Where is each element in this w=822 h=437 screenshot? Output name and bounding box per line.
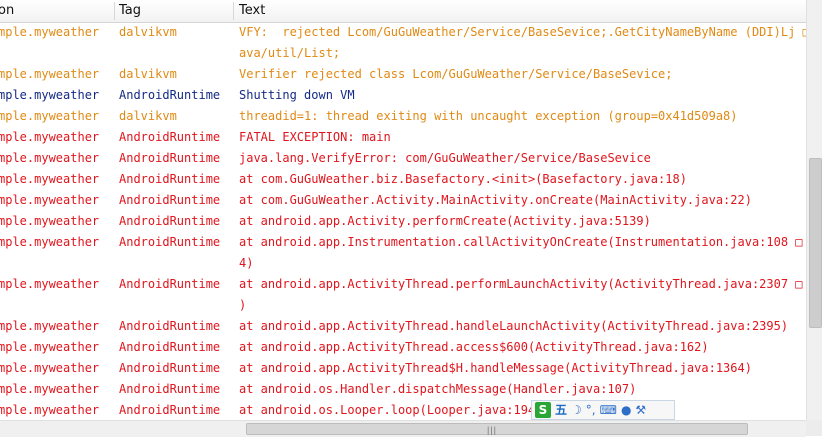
log-row[interactable]: mple.myweather AndroidRuntime java.lang.Ve… (0, 148, 806, 169)
log-row[interactable]: mple.myweather dalvikvm Verifier rejected … (0, 64, 806, 85)
log-tag: AndroidRuntime (119, 193, 221, 207)
log-message: Verifier rejected class Lcom/GuGuWeather… (239, 67, 673, 81)
log-message: at android.os.Handler.dispatchMessage(Ha… (239, 382, 637, 396)
half-width-moon-icon[interactable]: ☽ (571, 402, 582, 418)
punctuation-icon[interactable]: °, (586, 402, 596, 418)
log-message: java.lang.VerifyError: com/GuGuWeather/S… (239, 151, 651, 165)
log-message: FATAL EXCEPTION: main (239, 130, 391, 144)
log-application: mple.myweather (0, 403, 100, 417)
log-message: ) (239, 298, 247, 312)
log-application: mple.myweather (0, 193, 100, 207)
log-application: mple.myweather (0, 214, 100, 228)
scrollbar-corner (806, 420, 822, 436)
log-tag: AndroidRuntime (119, 361, 221, 375)
horizontal-scrollbar[interactable]: ||| (0, 420, 806, 437)
log-tag: dalvikvm (119, 67, 177, 81)
log-row[interactable]: mple.myweather AndroidRuntime at android.o… (0, 400, 806, 421)
log-message: 4) (239, 256, 254, 270)
log-row[interactable]: mple.myweather AndroidRuntime at android.a… (0, 211, 806, 232)
log-row[interactable]: mple.myweather AndroidRuntime at android.a… (0, 274, 806, 316)
log-message: at android.app.Instrumentation.callActiv… (239, 235, 803, 249)
vertical-scrollbar[interactable] (806, 0, 822, 420)
log-message: at android.os.Looper.loop(Looper.java:19… (239, 403, 543, 417)
log-row[interactable]: mple.myweather dalvikvm VFY: rejected Lcom… (0, 22, 810, 64)
sogou-logo-icon[interactable]: S (535, 402, 551, 418)
log-tag: AndroidRuntime (119, 277, 221, 291)
log-application: mple.myweather (0, 361, 100, 375)
log-row[interactable]: mple.myweather AndroidRuntime at android.a… (0, 337, 806, 358)
log-message: at android.app.ActivityThread.performLau… (239, 277, 803, 291)
log-row[interactable]: mple.myweather AndroidRuntime at android.a… (0, 232, 806, 274)
log-row[interactable]: mple.myweather AndroidRuntime at android.a… (0, 316, 806, 337)
log-row[interactable]: mple.myweather dalvikvm threadid=1: thread… (0, 106, 806, 127)
logcat-header: on Tag Text (0, 0, 806, 23)
log-row[interactable]: mple.myweather AndroidRuntime at com.GuGuW… (0, 190, 806, 211)
log-message: at android.app.ActivityThread.access$600… (239, 340, 709, 354)
log-application: mple.myweather (0, 151, 100, 165)
log-message: VFY: rejected Lcom/GuGuWeather/Service/B… (239, 25, 810, 39)
log-message: at android.app.Activity.performCreate(Ac… (239, 214, 651, 228)
log-message: threadid=1: thread exiting with uncaught… (239, 109, 738, 123)
log-application: mple.myweather (0, 277, 100, 291)
log-message: ava/util/List; (239, 46, 341, 60)
wrench-icon[interactable]: ⚒ (635, 402, 646, 418)
keyboard-icon[interactable]: ⌨ (600, 402, 617, 418)
log-application: mple.myweather (0, 67, 100, 81)
log-application: mple.myweather (0, 130, 100, 144)
log-tag: AndroidRuntime (119, 151, 221, 165)
column-divider[interactable] (114, 2, 115, 20)
horizontal-scroll-thumb[interactable]: ||| (246, 423, 748, 435)
log-tag: AndroidRuntime (119, 214, 221, 228)
log-message: at android.app.ActivityThread.handleLaun… (239, 319, 789, 333)
log-message: Shutting down VM (239, 88, 355, 102)
column-divider[interactable] (233, 2, 234, 20)
log-message: at com.GuGuWeather.biz.Basefactory.<init… (239, 172, 687, 186)
log-row[interactable]: mple.myweather AndroidRuntime FATAL EXCEPT… (0, 127, 806, 148)
log-application: mple.myweather (0, 319, 100, 333)
log-tag: AndroidRuntime (119, 130, 221, 144)
log-tag: AndroidRuntime (119, 235, 221, 249)
log-tag: dalvikvm (119, 25, 177, 39)
scroll-grip-icon: ||| (487, 425, 498, 435)
wubi-mode-icon[interactable]: 五 (555, 402, 567, 418)
log-application: mple.myweather (0, 172, 100, 186)
log-row[interactable]: mple.myweather AndroidRuntime Shutting dow… (0, 85, 806, 106)
log-tag: AndroidRuntime (119, 403, 221, 417)
log-row[interactable]: mple.myweather AndroidRuntime at android.a… (0, 358, 806, 379)
log-row[interactable]: mple.myweather AndroidRuntime at com.GuGuW… (0, 169, 806, 190)
log-application: mple.myweather (0, 235, 100, 249)
logcat-table-body: mple.myweather dalvikvm VFY: rejected Lcom… (0, 22, 810, 421)
log-tag: AndroidRuntime (119, 172, 221, 186)
log-row[interactable]: mple.myweather AndroidRuntime at android.o… (0, 379, 806, 400)
column-header-tag[interactable]: Tag (119, 0, 141, 22)
log-tag: AndroidRuntime (119, 88, 221, 102)
log-application: mple.myweather (0, 109, 100, 123)
log-application: mple.myweather (0, 88, 100, 102)
log-application: mple.myweather (0, 25, 100, 39)
log-tag: AndroidRuntime (119, 382, 221, 396)
log-tag: dalvikvm (119, 109, 177, 123)
log-application: mple.myweather (0, 340, 100, 354)
ime-toolbar[interactable]: S 五 ☽ °, ⌨ ● ⚒ (531, 400, 675, 420)
vertical-scroll-thumb[interactable] (809, 158, 822, 328)
column-header-application[interactable]: on (0, 0, 14, 22)
log-application: mple.myweather (0, 382, 100, 396)
column-header-text[interactable]: Text (239, 0, 265, 22)
log-message: at com.GuGuWeather.Activity.MainActivity… (239, 193, 752, 207)
log-tag: AndroidRuntime (119, 340, 221, 354)
user-icon[interactable]: ● (621, 402, 631, 418)
log-tag: AndroidRuntime (119, 319, 221, 333)
log-message: at android.app.ActivityThread$H.handleMe… (239, 361, 752, 375)
